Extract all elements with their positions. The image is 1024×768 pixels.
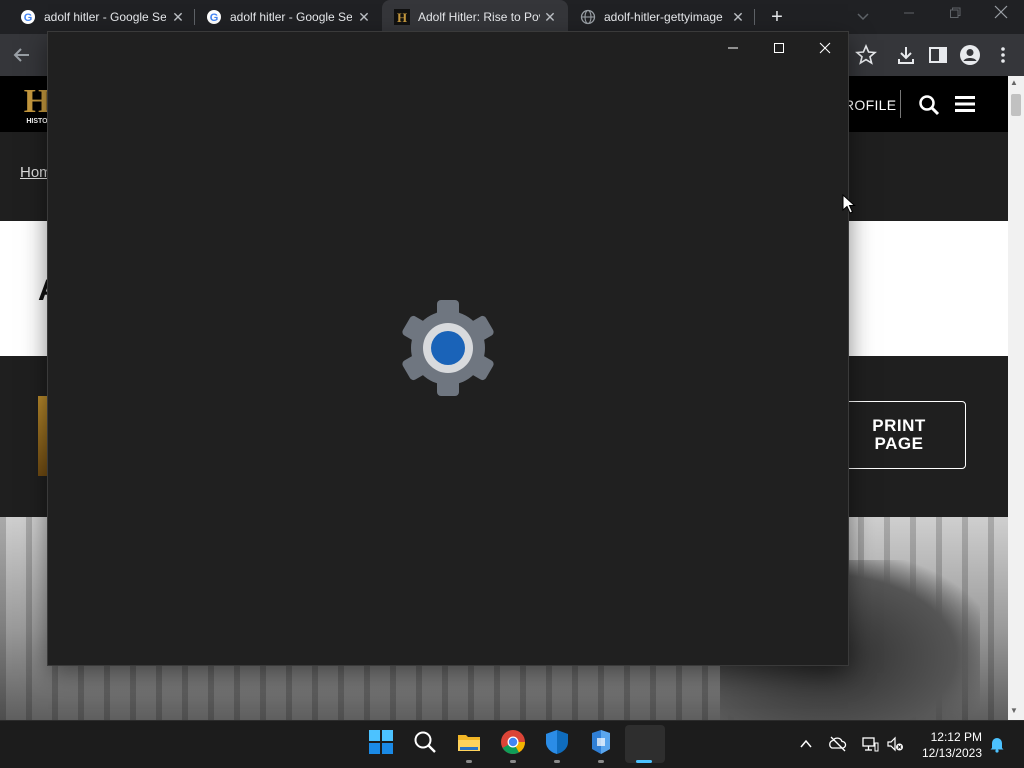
download-icon[interactable] — [894, 43, 918, 67]
tab-title: adolf hitler - Google Se — [44, 10, 166, 24]
settings-taskbar-button[interactable] — [625, 725, 665, 763]
onedrive-offline-icon[interactable] — [829, 735, 847, 753]
tab-close-icon[interactable]: ✕ — [542, 9, 558, 25]
new-tab-button[interactable]: + — [766, 6, 788, 28]
print-button-label-line2: PAGE — [874, 434, 924, 453]
print-button-label-line1: PRINT — [872, 416, 926, 435]
splash-minimize-button[interactable] — [710, 32, 756, 64]
header-divider — [900, 90, 901, 118]
tab-history-article[interactable]: H Adolf Hitler: Rise to Pov ✕ — [382, 0, 568, 34]
more-menu-icon[interactable] — [991, 43, 1015, 67]
minimize-icon — [728, 47, 738, 49]
tab-google-search-1[interactable]: G adolf hitler - Google Se ✕ — [0, 0, 196, 34]
google-icon: G — [21, 10, 35, 24]
tab-search-chevron-icon[interactable] — [855, 8, 871, 24]
svg-text:G: G — [210, 12, 219, 24]
tab-close-icon[interactable]: ✕ — [356, 9, 372, 25]
close-icon — [994, 5, 1008, 19]
svg-text:HISTO: HISTO — [26, 118, 48, 125]
taskbar-clock[interactable]: 12:12 PM 12/13/2023 — [914, 729, 982, 761]
browser-tab-strip: G adolf hitler - Google Se ✕ G adolf hit… — [0, 0, 1024, 34]
print-page-button[interactable]: PRINT PAGE — [832, 401, 966, 469]
clock-date: 12/13/2023 — [921, 746, 982, 760]
breadcrumb-home-link[interactable]: Hom — [20, 164, 52, 181]
clock-time: 12:12 PM — [930, 730, 982, 744]
scroll-up-arrow-icon[interactable]: ▲ — [1010, 78, 1018, 87]
svg-text:H: H — [397, 10, 407, 25]
running-indicator — [510, 760, 516, 763]
maximize-icon — [774, 43, 784, 53]
tab-google-search-2[interactable]: G adolf hitler - Google Se ✕ — [186, 0, 382, 34]
tab-title: adolf hitler - Google Se — [230, 10, 352, 24]
splash-close-button[interactable] — [802, 32, 848, 64]
close-icon — [819, 42, 831, 54]
scroll-down-arrow-icon[interactable]: ▼ — [1010, 706, 1018, 715]
site-search-icon[interactable] — [918, 94, 940, 116]
restore-icon — [950, 7, 961, 18]
back-arrow-icon[interactable] — [10, 43, 34, 67]
scrollbar-thumb[interactable] — [1011, 94, 1021, 116]
search-icon[interactable] — [412, 729, 438, 755]
settings-splash-window — [48, 32, 848, 665]
tab-close-icon[interactable]: ✕ — [170, 9, 186, 25]
tab-gettyimages[interactable]: adolf-hitler-gettyimage ✕ — [560, 0, 756, 34]
running-indicator — [598, 760, 604, 763]
chrome-icon[interactable] — [500, 729, 526, 755]
browser-close-button[interactable] — [978, 0, 1024, 30]
tab-title: adolf-hitler-gettyimage — [604, 10, 723, 24]
start-icon[interactable] — [368, 729, 394, 755]
bookmark-star-icon[interactable] — [854, 43, 878, 67]
browser-restore-button[interactable] — [932, 0, 978, 30]
app-icon[interactable] — [588, 729, 614, 755]
browser-minimize-button[interactable] — [886, 0, 932, 30]
running-indicator — [466, 760, 472, 763]
profile-avatar-icon[interactable] — [958, 43, 982, 67]
side-panel-icon[interactable] — [926, 43, 950, 67]
article-thumbnail — [38, 396, 48, 476]
tab-title: Adolf Hitler: Rise to Pov — [418, 10, 540, 24]
chevron-up-icon[interactable] — [797, 735, 815, 753]
profile-link[interactable]: ROFILE — [844, 97, 896, 113]
defender-icon[interactable] — [544, 729, 570, 755]
minimize-icon — [904, 12, 914, 14]
file-explorer-icon[interactable] — [456, 729, 482, 755]
tab-separator — [754, 9, 755, 25]
hamburger-menu-icon[interactable] — [955, 96, 975, 112]
google-icon: G — [207, 10, 221, 24]
active-app-indicator — [636, 760, 652, 763]
volume-muted-icon[interactable] — [886, 735, 904, 753]
running-indicator — [554, 760, 560, 763]
page-scrollbar[interactable] — [1008, 76, 1024, 720]
mouse-cursor-icon — [842, 194, 856, 214]
svg-text:G: G — [24, 12, 33, 24]
tab-close-icon[interactable]: ✕ — [730, 9, 746, 25]
svg-text:H: H — [24, 83, 50, 120]
splash-maximize-button[interactable] — [756, 32, 802, 64]
history-h-icon: H — [394, 9, 410, 25]
network-icon[interactable] — [861, 735, 879, 753]
globe-icon — [580, 9, 596, 25]
notification-bell-icon[interactable] — [988, 735, 1006, 753]
settings-gear-icon — [402, 300, 494, 396]
